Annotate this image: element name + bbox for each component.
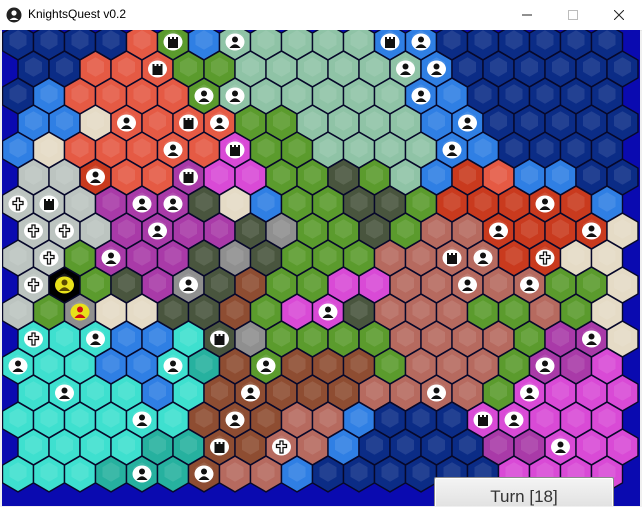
tower-icon[interactable] — [179, 114, 198, 132]
warrior-icon[interactable] — [551, 438, 570, 456]
cross-icon[interactable] — [535, 249, 555, 267]
castle-icon[interactable] — [210, 438, 229, 456]
warrior-icon[interactable] — [535, 357, 555, 375]
warrior-icon[interactable] — [179, 276, 198, 294]
warrior-icon[interactable] — [256, 357, 276, 375]
warrior-icon[interactable] — [148, 222, 167, 240]
warrior-icon[interactable] — [458, 276, 477, 294]
warrior-icon[interactable] — [318, 303, 338, 321]
cross-icon[interactable] — [24, 276, 43, 294]
close-icon — [614, 10, 624, 20]
castle-icon[interactable] — [163, 33, 183, 51]
maximize-button[interactable] — [550, 0, 596, 30]
maximize-icon — [568, 10, 578, 20]
minimize-button[interactable] — [504, 0, 550, 30]
warrior-icon[interactable] — [132, 465, 152, 483]
warrior-icon[interactable] — [411, 33, 431, 51]
tower-icon[interactable] — [179, 168, 198, 186]
window-title: KnightsQuest v0.2 — [28, 7, 127, 21]
castle-icon[interactable] — [380, 33, 400, 51]
warrior-icon[interactable] — [8, 357, 28, 375]
warrior-icon[interactable] — [210, 114, 229, 132]
warrior-icon[interactable] — [458, 114, 477, 132]
game-window: KnightsQuest v0.2 Turn [18] — [0, 0, 642, 507]
warrior-icon[interactable] — [411, 87, 431, 105]
warrior-icon[interactable] — [427, 60, 446, 78]
warrior-icon[interactable] — [86, 168, 105, 186]
game-map[interactable]: Turn [18] — [2, 30, 640, 506]
warrior-icon[interactable] — [427, 384, 446, 402]
warrior-icon[interactable] — [163, 195, 183, 213]
cross-icon[interactable] — [39, 249, 59, 267]
warrior-icon[interactable] — [225, 33, 245, 51]
cross-icon[interactable] — [272, 438, 291, 456]
warrior-icon[interactable] — [396, 60, 415, 78]
warrior-icon[interactable] — [117, 114, 136, 132]
castle-icon[interactable] — [473, 411, 493, 429]
castle-icon[interactable] — [442, 249, 462, 267]
title-bar[interactable]: KnightsQuest v0.2 — [0, 0, 642, 31]
castle-icon[interactable] — [210, 330, 229, 348]
warrior-icon[interactable] — [582, 330, 601, 348]
cross-icon[interactable] — [24, 222, 43, 240]
warrior-icon[interactable] — [520, 384, 539, 402]
warrior-icon[interactable] — [241, 384, 260, 402]
warrior-icon[interactable] — [535, 195, 555, 213]
hex-grid[interactable] — [2, 30, 640, 506]
warrior-icon[interactable] — [86, 330, 105, 348]
warrior-icon[interactable] — [194, 465, 214, 483]
warrior-icon[interactable] — [582, 222, 601, 240]
warrior-icon[interactable] — [55, 384, 74, 402]
castle-icon[interactable] — [225, 141, 245, 159]
warrior-icon[interactable] — [163, 141, 183, 159]
warrior-icon[interactable] — [225, 87, 245, 105]
warrior-icon[interactable] — [504, 411, 524, 429]
cross-icon[interactable] — [55, 222, 74, 240]
warrior-icon[interactable] — [225, 411, 245, 429]
warrior-icon[interactable] — [473, 249, 493, 267]
warrior-icon[interactable] — [489, 222, 508, 240]
app-logo-icon — [6, 7, 22, 23]
cross-icon[interactable] — [24, 330, 43, 348]
minimize-icon — [522, 14, 532, 16]
cross-icon[interactable] — [8, 195, 28, 213]
warrior-icon[interactable] — [442, 141, 462, 159]
castle-icon[interactable] — [39, 195, 59, 213]
warrior-icon[interactable] — [194, 87, 214, 105]
warrior-icon[interactable] — [163, 357, 183, 375]
warrior-icon[interactable] — [132, 195, 152, 213]
castle-icon[interactable] — [148, 60, 167, 78]
warrior-icon[interactable] — [520, 276, 539, 294]
warrior-icon[interactable] — [132, 411, 152, 429]
close-button[interactable] — [596, 0, 642, 30]
end-turn-button[interactable]: Turn [18] — [434, 477, 614, 506]
warrior-icon[interactable] — [101, 249, 121, 267]
hero-icon[interactable] — [55, 276, 74, 294]
hero-icon[interactable] — [70, 303, 90, 321]
